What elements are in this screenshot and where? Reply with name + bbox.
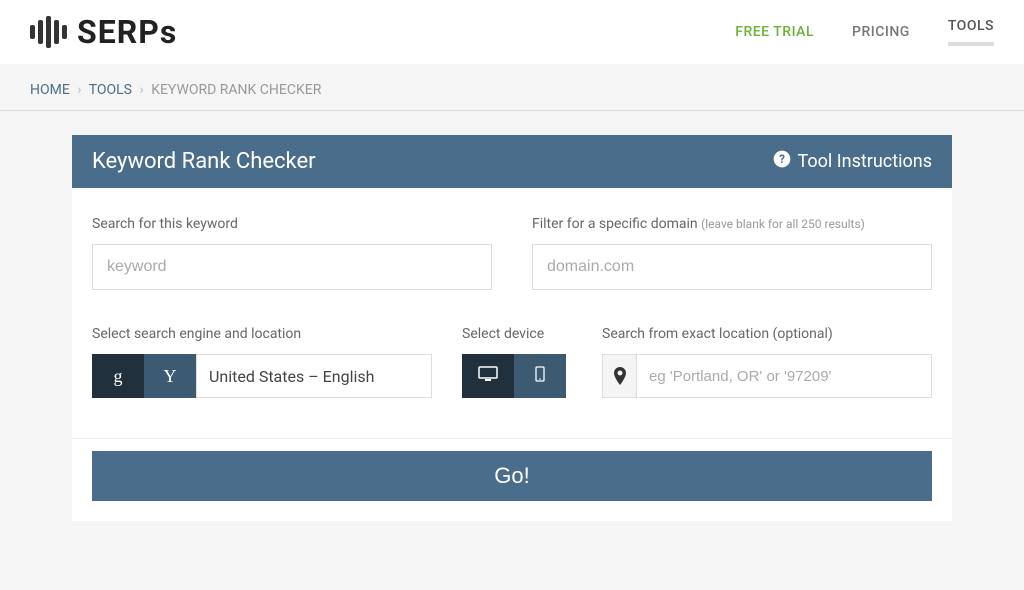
breadcrumb: HOME › TOOLS › KEYWORD RANK CHECKER — [0, 64, 1024, 111]
exact-location-field: Search from exact location (optional) — [602, 326, 932, 398]
exact-location-label: Search from exact location (optional) — [602, 326, 932, 342]
tool-instructions-link[interactable]: ? Tool Instructions — [772, 149, 932, 174]
breadcrumb-current: KEYWORD RANK CHECKER — [151, 82, 321, 98]
breadcrumb-sep: › — [139, 82, 143, 98]
help-icon: ? — [772, 149, 792, 174]
breadcrumb-tools[interactable]: TOOLS — [89, 82, 132, 98]
yahoo-button[interactable]: Y — [144, 354, 196, 398]
card-body: Search for this keyword Filter for a spe… — [72, 188, 952, 438]
google-button[interactable]: g — [92, 354, 144, 398]
card-header: Keyword Rank Checker ? Tool Instructions — [72, 135, 952, 188]
google-icon: g — [114, 366, 123, 387]
keyword-input[interactable] — [92, 244, 492, 290]
instructions-label: Tool Instructions — [798, 151, 932, 172]
desktop-button[interactable] — [462, 354, 514, 398]
nav-pricing[interactable]: PRICING — [852, 24, 910, 40]
domain-label: Filter for a specific domain (leave blan… — [532, 216, 932, 232]
go-button[interactable]: Go! — [92, 451, 932, 501]
logo-icon — [30, 16, 67, 48]
breadcrumb-home[interactable]: HOME — [30, 82, 70, 98]
domain-field: Filter for a specific domain (leave blan… — [532, 216, 932, 290]
header: SERPs FREE TRIAL PRICING TOOLS — [0, 0, 1024, 64]
tool-card: Keyword Rank Checker ? Tool Instructions… — [72, 135, 952, 521]
desktop-icon — [478, 366, 498, 387]
nav-free-trial[interactable]: FREE TRIAL — [735, 24, 814, 40]
svg-text:?: ? — [779, 152, 785, 166]
mobile-button[interactable] — [514, 354, 566, 398]
logo[interactable]: SERPs — [30, 13, 177, 51]
map-marker-icon — [602, 354, 636, 398]
go-wrap: Go! — [72, 438, 952, 521]
location-select[interactable]: United States – English — [196, 354, 432, 398]
yahoo-icon: Y — [164, 366, 177, 387]
domain-hint: (leave blank for all 250 results) — [701, 217, 865, 231]
keyword-label: Search for this keyword — [92, 216, 492, 232]
keyword-field: Search for this keyword — [92, 216, 492, 290]
mobile-icon — [535, 366, 545, 387]
nav: FREE TRIAL PRICING TOOLS — [735, 18, 994, 46]
nav-tools[interactable]: TOOLS — [948, 18, 994, 46]
card-title: Keyword Rank Checker — [92, 149, 316, 174]
exact-location-input[interactable] — [636, 354, 932, 398]
engine-field: Select search engine and location g Y Un… — [92, 326, 432, 398]
logo-text: SERPs — [77, 13, 177, 51]
device-label: Select device — [462, 326, 572, 342]
engine-label: Select search engine and location — [92, 326, 432, 342]
device-field: Select device — [462, 326, 572, 398]
domain-input[interactable] — [532, 244, 932, 290]
breadcrumb-sep: › — [77, 82, 81, 98]
